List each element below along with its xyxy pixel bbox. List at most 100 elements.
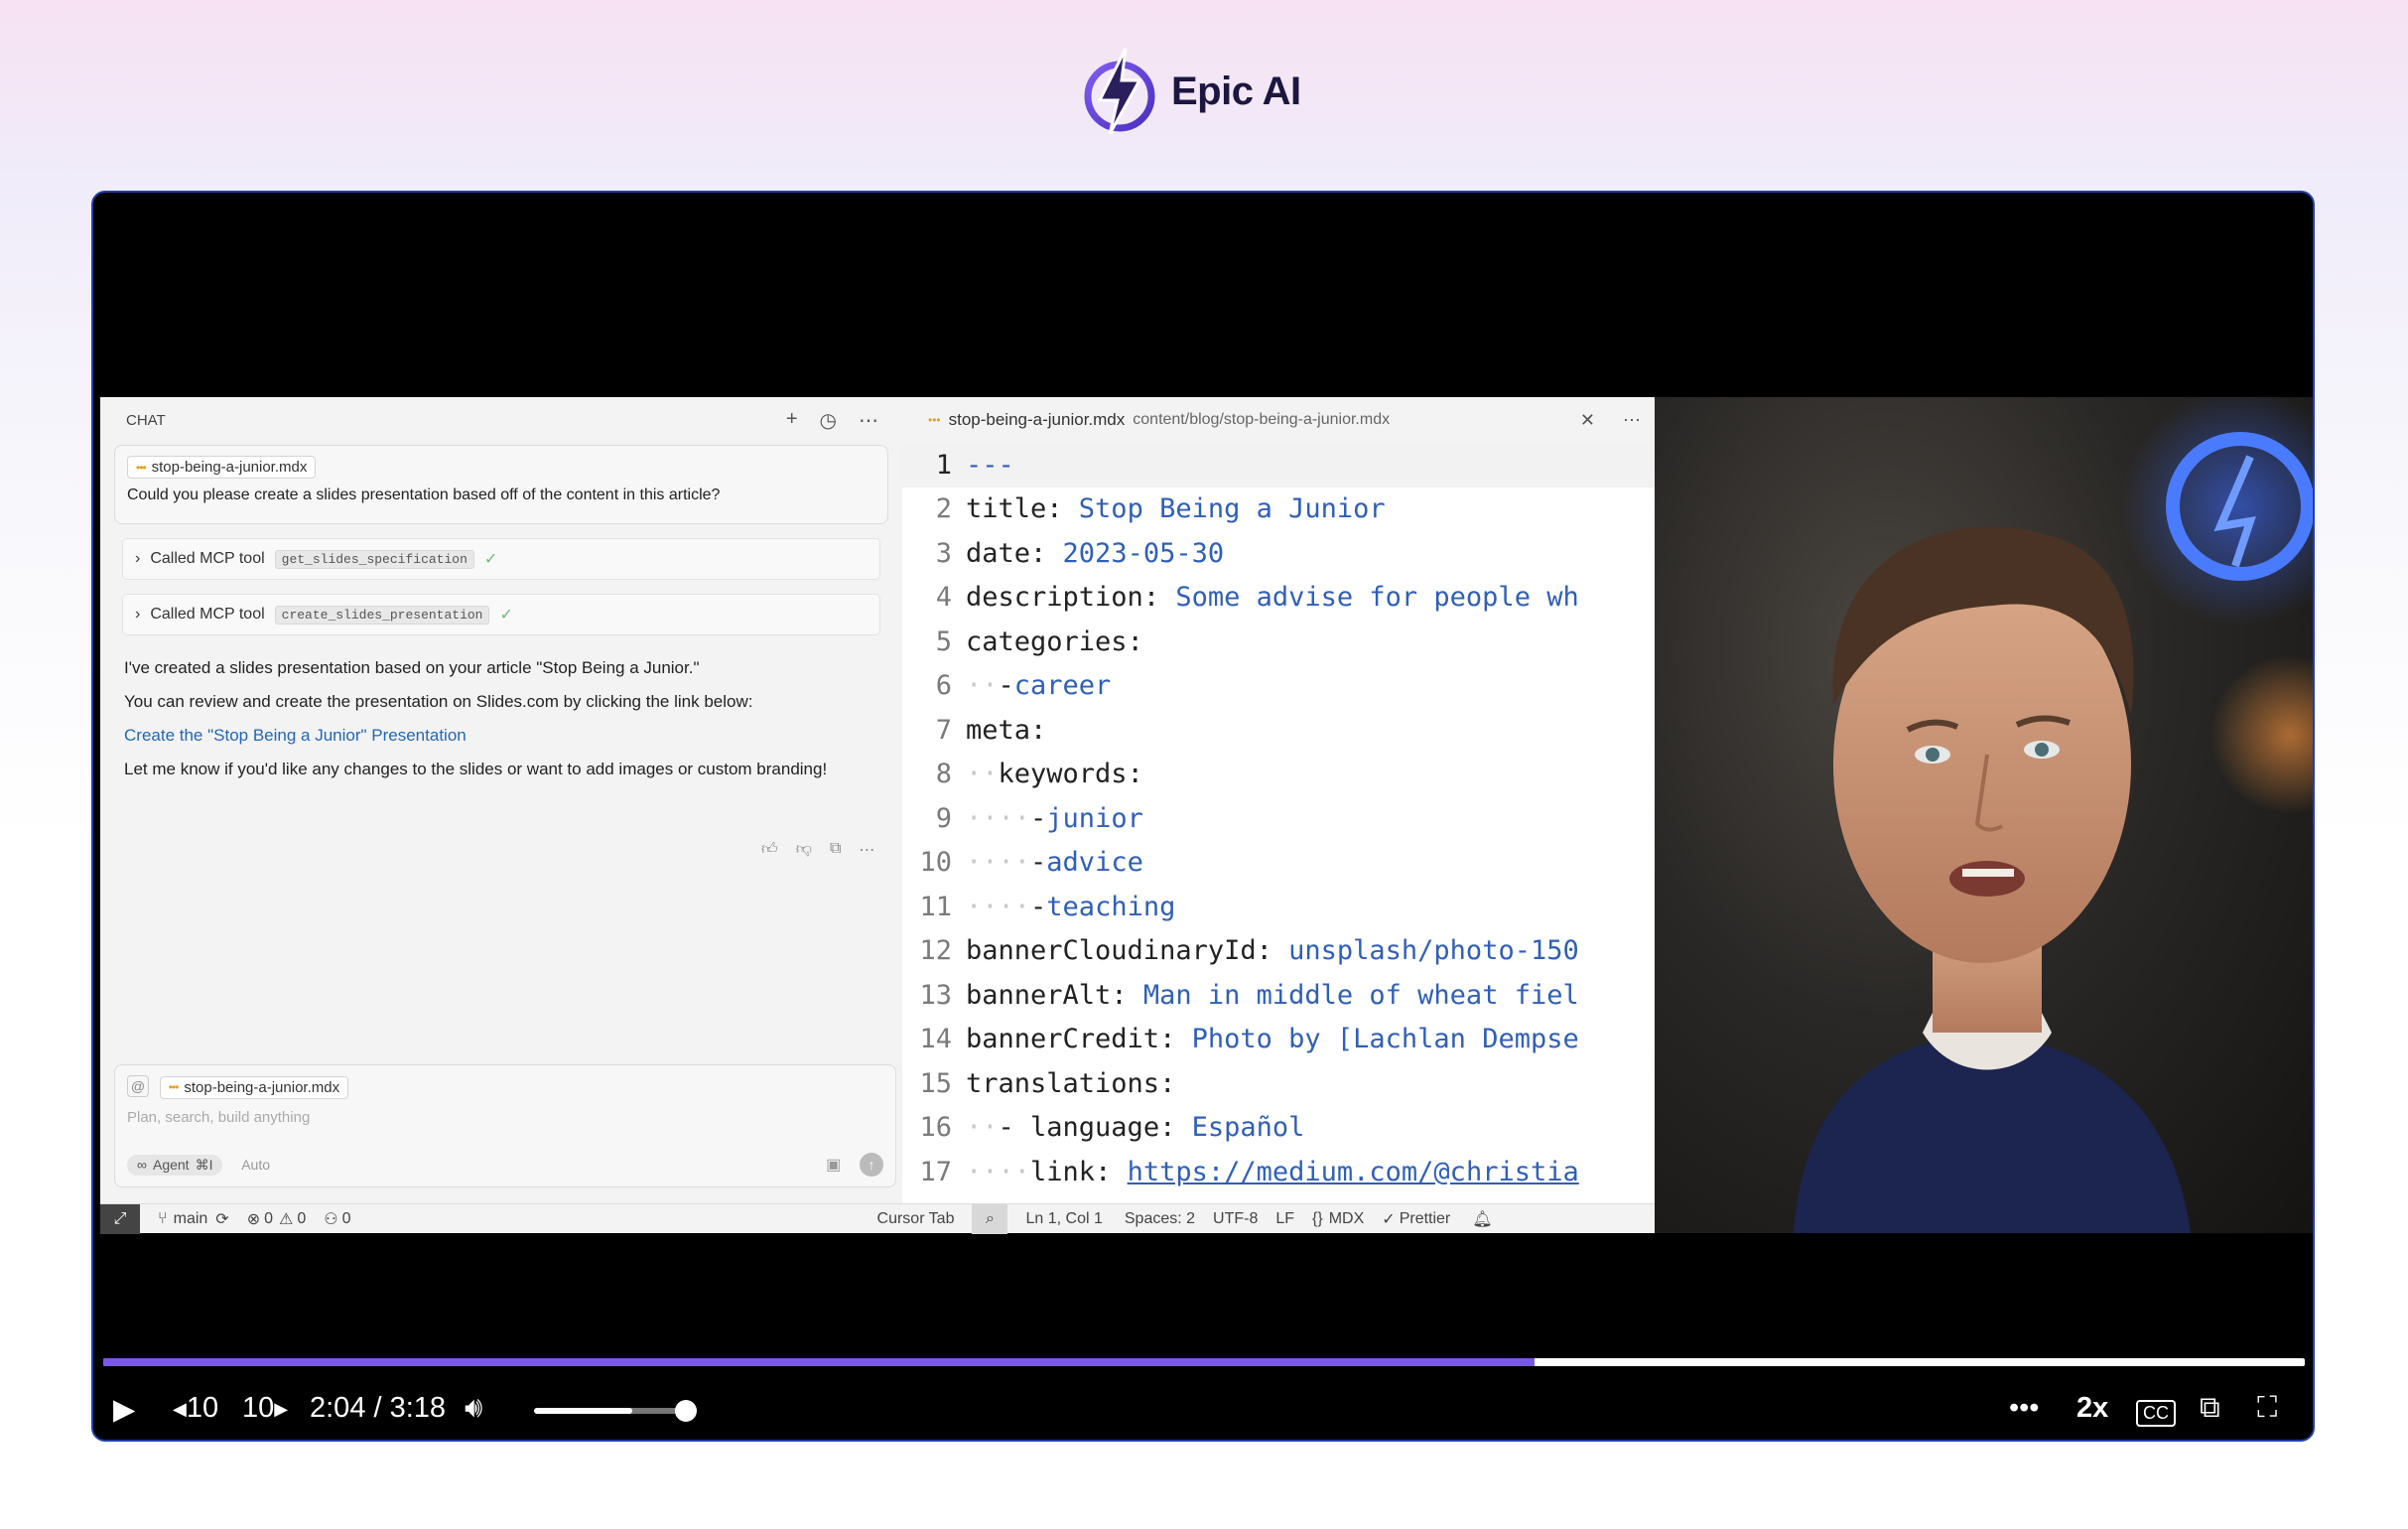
playback-speed[interactable]: 2x <box>2076 1392 2108 1425</box>
more-icon[interactable]: ⋯ <box>1623 410 1641 431</box>
chat-input[interactable]: Plan, search, build anything <box>127 1109 883 1126</box>
code-line[interactable]: 14 bannerCredit: Photo by [Lachlan Dempse <box>902 1018 1655 1062</box>
more-icon[interactable]: ⋯ <box>859 408 878 433</box>
code-line[interactable]: 3 date: 2023-05-30 <box>902 531 1655 576</box>
new-chat-icon[interactable]: + <box>786 408 798 433</box>
code-line[interactable]: 5 categories: <box>902 620 1655 664</box>
code-line[interactable]: 7 meta: <box>902 708 1655 753</box>
code-line[interactable]: 12 bannerCloudinaryId: unsplash/photo-150 <box>902 929 1655 974</box>
volume-icon[interactable]: 🔊︎ <box>465 1392 482 1425</box>
skip-forward-button[interactable]: 10▶ <box>242 1392 288 1425</box>
progress-bar[interactable] <box>103 1358 2305 1366</box>
line-ending[interactable]: LF <box>1275 1210 1294 1228</box>
formatter[interactable]: Prettier <box>1400 1210 1451 1228</box>
yaml-value: career <box>1013 670 1112 702</box>
code-line[interactable]: 1 --- <box>902 443 1655 487</box>
zoom-icon[interactable]: ⌕ <box>972 1203 1008 1234</box>
sync-icon[interactable]: ⟳ <box>215 1209 228 1229</box>
volume-knob[interactable] <box>675 1400 697 1422</box>
send-button[interactable]: ↑ <box>860 1153 883 1177</box>
indent-guide: ···· <box>966 891 1031 922</box>
code-line[interactable]: 15 translations: <box>902 1061 1655 1106</box>
code-line[interactable]: 6 ·· - career <box>902 664 1655 709</box>
code-line[interactable]: 9 ···· - junior <box>902 796 1655 841</box>
yaml-value: Man in middle of wheat fiel <box>1142 979 1579 1011</box>
language-mode[interactable]: MDX <box>1329 1210 1365 1228</box>
line-number: 15 <box>919 1067 952 1099</box>
skip-back-label: 10 <box>186 1392 219 1424</box>
code-line[interactable]: 13 bannerAlt: Man in middle of wheat fiel <box>902 973 1655 1018</box>
chat-composer[interactable]: @ ••• stop-being-a-junior.mdx Plan, sear… <box>114 1064 896 1187</box>
editor-tab[interactable]: ••• stop-being-a-junior.mdx content/blog… <box>902 397 1655 443</box>
code-line[interactable]: 4 description: Some advise for people wh <box>902 576 1655 621</box>
tool-call-row[interactable]: › Called MCP tool create_slides_presenta… <box>122 594 880 635</box>
line-number: 5 <box>935 626 952 657</box>
editor-tab-path: content/blog/stop-being-a-junior.mdx <box>1133 411 1391 428</box>
file-chip[interactable]: ••• stop-being-a-junior.mdx <box>159 1075 349 1099</box>
branch-icon: ⑂ <box>158 1209 168 1227</box>
file-chip[interactable]: ••• stop-being-a-junior.mdx <box>127 456 317 479</box>
line-number: 13 <box>919 979 952 1011</box>
line-number: 6 <box>935 670 952 702</box>
more-options-icon[interactable]: ••• <box>2009 1392 2039 1425</box>
cursor-tab-status[interactable]: Cursor Tab <box>877 1210 955 1228</box>
yaml-separator: : <box>1142 582 1176 614</box>
yaml-separator: : <box>1159 1112 1192 1144</box>
warning-count[interactable]: 0 <box>297 1210 306 1228</box>
ports-count[interactable]: 0 <box>342 1210 351 1228</box>
video-player[interactable]: CHAT + ◷ ⋯ ••• stop-being-a-junior.mdx C… <box>91 191 2315 1442</box>
branch-name[interactable]: main <box>174 1210 208 1228</box>
close-icon[interactable]: ✕ <box>1580 410 1595 431</box>
thumbs-down-icon[interactable]: 👎︎ <box>796 840 812 860</box>
cursor-position[interactable]: Ln 1, Col 1 <box>1025 1210 1102 1228</box>
code-line[interactable]: 10 ···· - advice <box>902 841 1655 886</box>
code-line[interactable]: 16 ·· - language: Español <box>902 1106 1655 1151</box>
code-line[interactable]: 2 title: Stop Being a Junior <box>902 487 1655 532</box>
yaml-key: bannerAlt <box>966 979 1112 1011</box>
history-icon[interactable]: ◷ <box>820 408 837 433</box>
mdx-file-icon: ••• <box>136 460 147 475</box>
fullscreen-icon[interactable]: ⛶ <box>2257 1392 2277 1425</box>
code-line[interactable]: 8 ·· keywords: <box>902 753 1655 797</box>
yaml-key: link <box>1030 1156 1096 1187</box>
yaml-key: keywords <box>998 759 1128 790</box>
yaml-value: unsplash/photo-150 <box>1288 935 1579 967</box>
agent-shortcut: ⌘I <box>195 1156 213 1173</box>
yaml-key: - <box>1030 802 1047 834</box>
skip-back-button[interactable]: ◀10 <box>173 1392 218 1425</box>
volume-slider[interactable] <box>534 1408 693 1414</box>
yaml-key: bannerCloudinaryId <box>966 935 1257 967</box>
captions-button[interactable]: CC <box>2136 1400 2176 1427</box>
play-icon[interactable]: ▶ <box>113 1392 135 1427</box>
user-message-text: Could you please create a slides present… <box>127 486 721 503</box>
thumbs-up-icon[interactable]: 👍︎ <box>761 840 778 860</box>
yaml-value: https://medium.com/@christia <box>1127 1156 1579 1187</box>
file-chip-label: stop-being-a-junior.mdx <box>151 459 308 476</box>
more-icon[interactable]: ⋯ <box>859 840 874 860</box>
remote-icon[interactable]: ⤢ <box>100 1203 140 1234</box>
warning-icon: ⚠ <box>279 1210 294 1228</box>
mention-icon[interactable]: @ <box>127 1075 149 1097</box>
code-area[interactable]: 1 --- 2 title: Stop Being a Junior 3 date: 20… <box>902 443 1655 1203</box>
code-line[interactable]: 11 ···· - teaching <box>902 885 1655 929</box>
pip-icon[interactable]: ⧉ <box>2200 1392 2220 1425</box>
copy-icon[interactable]: ⧉ <box>830 840 841 860</box>
assistant-answer: I've created a slides presentation based… <box>124 655 880 782</box>
model-select[interactable]: Auto <box>241 1157 270 1173</box>
image-icon[interactable]: ▣ <box>826 1157 841 1174</box>
yaml-separator: : <box>1127 759 1143 790</box>
tool-call-row[interactable]: › Called MCP tool get_slides_specificati… <box>122 538 880 580</box>
code-line[interactable]: 17 ···· link: https://medium.com/@christia <box>902 1150 1655 1194</box>
yaml-key: translations <box>966 1067 1160 1099</box>
presenter-video <box>1655 397 2313 1233</box>
yaml-key: - language <box>998 1112 1160 1144</box>
agent-mode-select[interactable]: ∞ Agent ⌘I <box>127 1154 223 1176</box>
yaml-key: - <box>1030 891 1047 922</box>
presentation-link[interactable]: Create the "Stop Being a Junior" Present… <box>124 726 467 745</box>
error-count[interactable]: 0 <box>264 1210 273 1228</box>
encoding[interactable]: UTF-8 <box>1213 1210 1258 1228</box>
video-frame[interactable]: CHAT + ◷ ⋯ ••• stop-being-a-junior.mdx C… <box>100 397 2313 1234</box>
answer-line: Let me know if you'd like any changes to… <box>124 760 828 778</box>
bell-icon[interactable]: 🔔︎ <box>1472 1209 1492 1229</box>
indentation[interactable]: Spaces: 2 <box>1125 1210 1195 1228</box>
